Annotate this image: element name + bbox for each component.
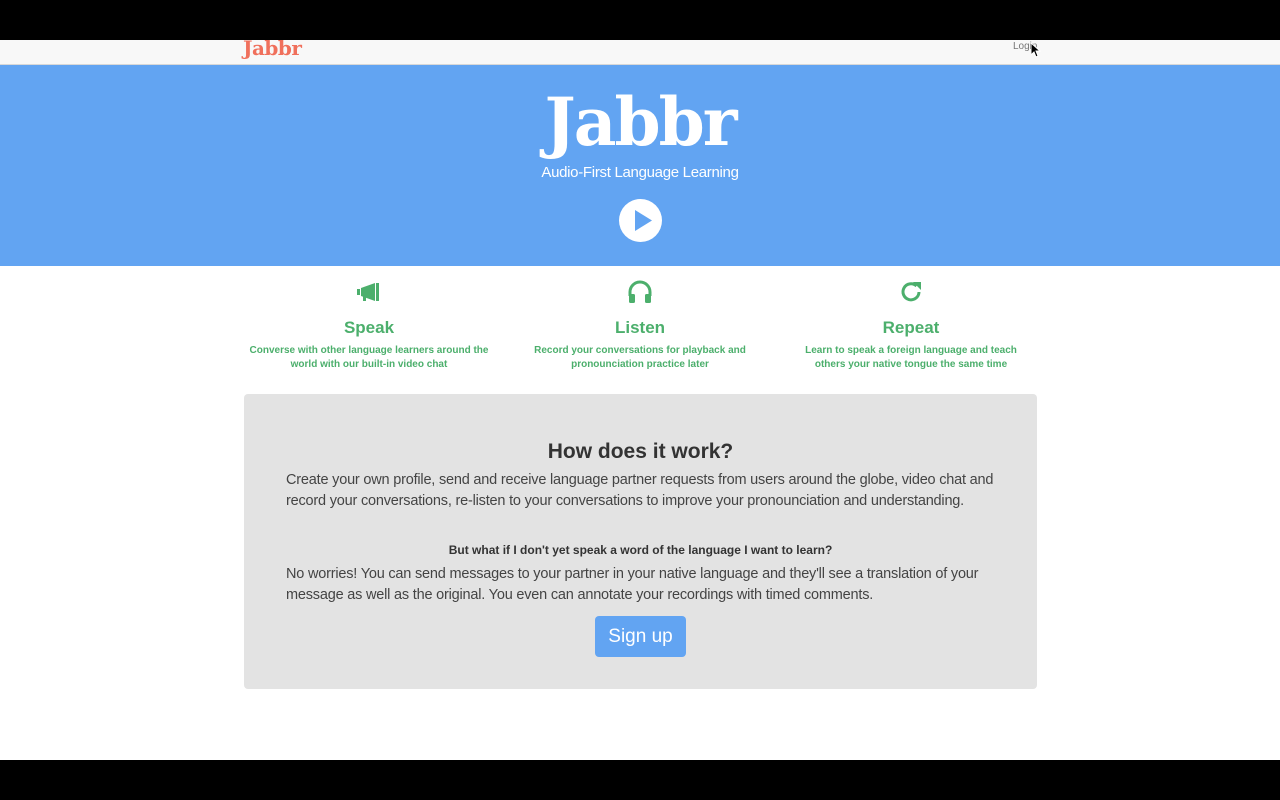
nav-brand-logo[interactable]: Jabbr — [243, 40, 302, 60]
features-section: Speak Converse with other language learn… — [244, 276, 1038, 376]
feature-speak: Speak Converse with other language learn… — [244, 276, 494, 372]
letterbox-bottom — [0, 760, 1280, 800]
feature-title: Speak — [343, 318, 395, 337]
play-button[interactable] — [619, 199, 662, 242]
megaphone-icon — [244, 276, 494, 308]
navbar: Jabbr Login — [0, 40, 1280, 65]
feature-listen: Listen Record your conversations for pla… — [515, 276, 765, 372]
how-body-text: Create your own profile, send and receiv… — [286, 472, 994, 509]
how-it-works-panel: How does it work? Create your own profil… — [244, 394, 1037, 689]
hero-banner: Jabbr Audio-First Language Learning — [0, 65, 1280, 266]
feature-title: Listen — [614, 318, 666, 337]
feature-text: Record your conversations for playback a… — [534, 345, 746, 370]
mouse-cursor-icon — [1031, 43, 1041, 58]
how-title: How does it work? — [547, 440, 734, 463]
feature-text: Converse with other language learners ar… — [249, 345, 489, 370]
feature-title: Repeat — [882, 318, 940, 337]
feature-text: Learn to speak a foreign language and te… — [805, 345, 1017, 370]
how-question: But what if I don't yet speak a word of … — [448, 543, 833, 557]
signup-button[interactable]: Sign up — [595, 616, 686, 657]
browser-viewport: Jabbr Login Jabbr Audio-First Language L… — [0, 40, 1280, 760]
how-answer-text: No worries! You can send messages to you… — [286, 566, 979, 603]
feature-repeat: Repeat Learn to speak a foreign language… — [786, 276, 1036, 372]
play-icon — [635, 210, 652, 231]
hero-title: Jabbr — [544, 83, 737, 161]
hero-subtitle: Audio-First Language Learning — [541, 164, 739, 181]
headphones-icon — [515, 276, 765, 308]
refresh-icon — [786, 276, 1036, 308]
